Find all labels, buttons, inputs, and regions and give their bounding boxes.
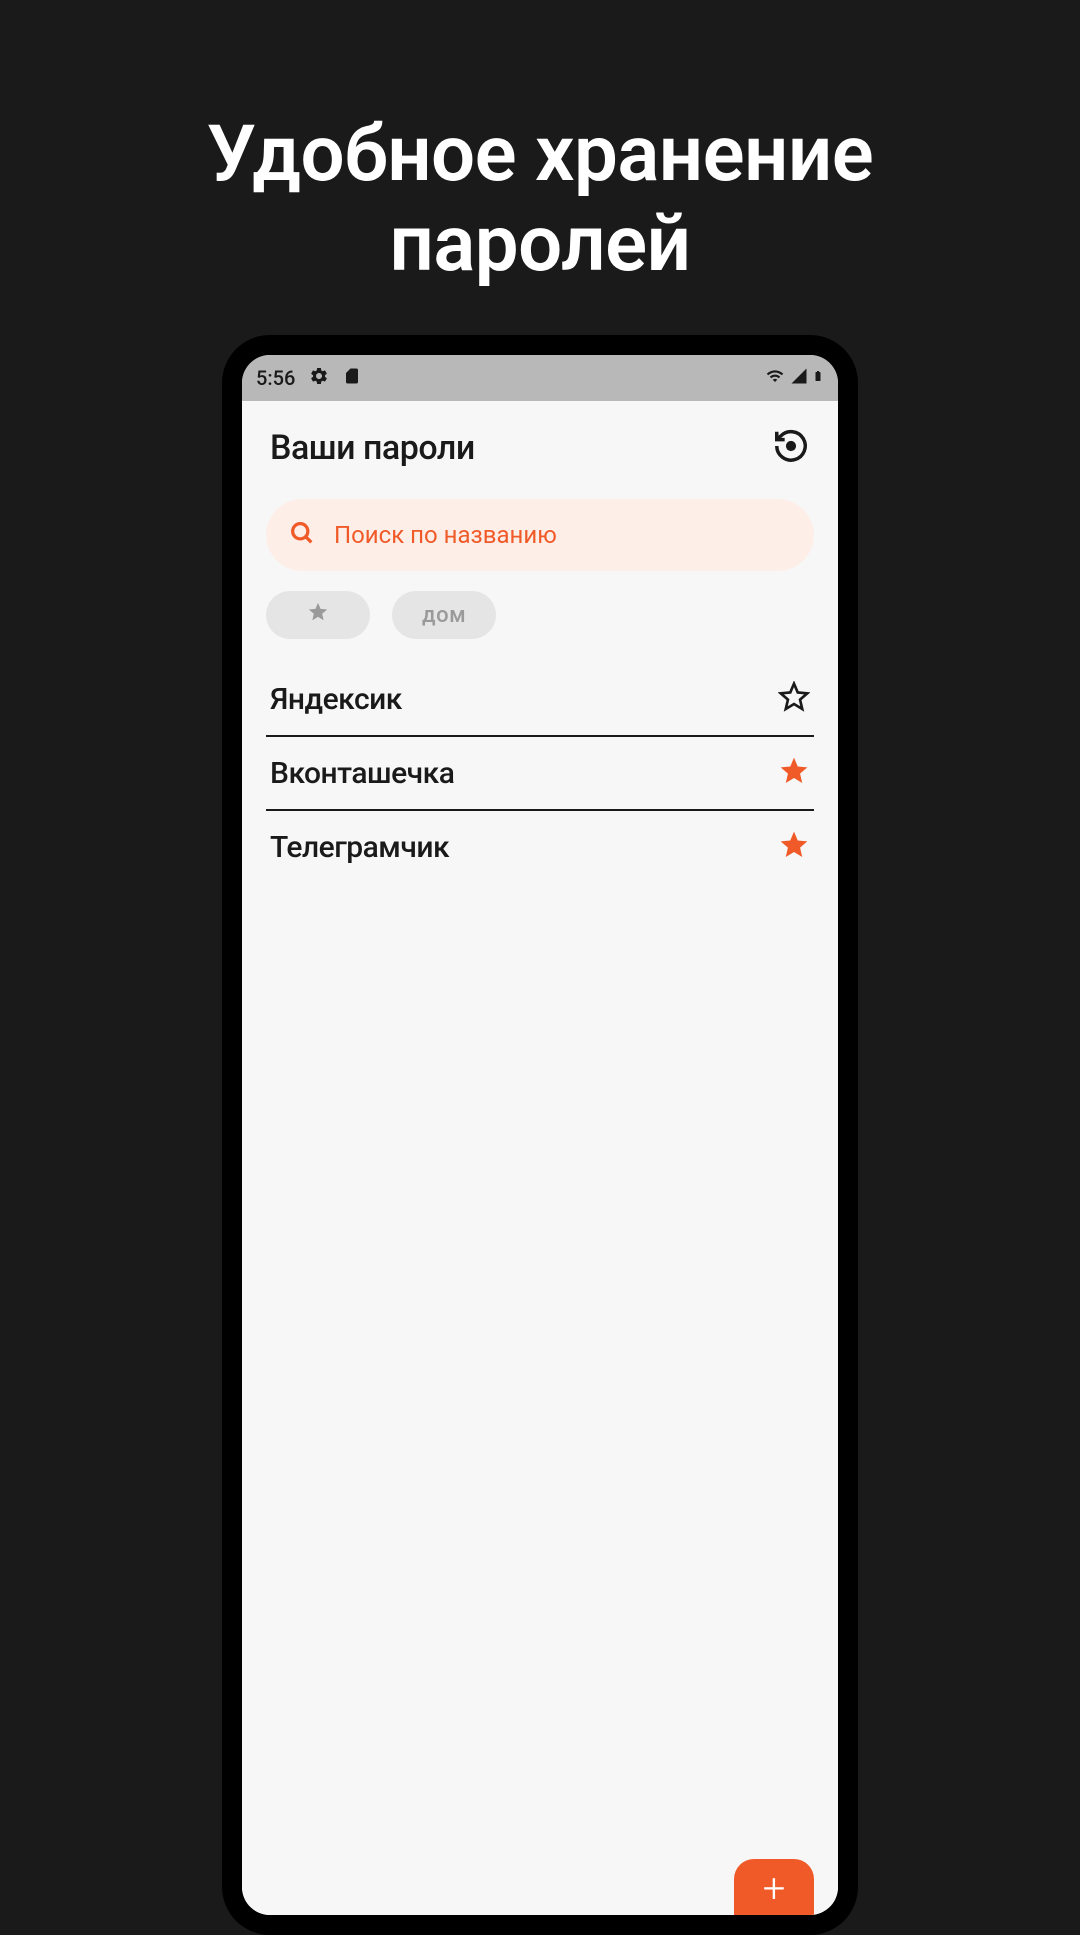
add-button[interactable]: + — [734, 1859, 814, 1915]
password-name: Телеграмчик — [270, 830, 449, 865]
restore-icon[interactable] — [772, 427, 810, 469]
chip-favorites[interactable] — [266, 591, 370, 639]
filter-chips: дом — [266, 571, 814, 663]
sd-card-icon — [343, 366, 361, 390]
password-name: Яндексик — [270, 682, 402, 717]
chip-tag[interactable]: дом — [392, 591, 496, 639]
password-row[interactable]: Телеграмчик — [266, 811, 814, 883]
app-header: Ваши пароли — [266, 401, 814, 499]
wifi-icon — [764, 367, 786, 389]
star-outline-icon[interactable] — [778, 681, 810, 717]
search-placeholder: Поиск по названию — [334, 521, 557, 549]
battery-icon — [812, 366, 824, 390]
star-filled-icon[interactable] — [778, 829, 810, 865]
plus-icon: + — [763, 1869, 786, 1909]
signal-icon — [790, 367, 808, 389]
status-time: 5:56 — [256, 366, 295, 390]
status-bar: 5:56 — [242, 355, 838, 401]
phone-frame: 5:56 Ваш — [222, 335, 858, 1935]
chip-label: дом — [422, 603, 466, 628]
gear-icon — [309, 366, 329, 390]
password-list: Яндексик Вконташечка Телеграмчик — [266, 663, 814, 883]
password-row[interactable]: Вконташечка — [266, 737, 814, 811]
phone-screen: 5:56 Ваш — [242, 355, 838, 1915]
password-row[interactable]: Яндексик — [266, 663, 814, 737]
star-icon — [307, 601, 329, 629]
page-title: Ваши пароли — [270, 428, 475, 468]
password-name: Вконташечка — [270, 756, 454, 791]
app-content: Ваши пароли Поиск п — [242, 401, 838, 1915]
star-filled-icon[interactable] — [778, 755, 810, 791]
promo-title: Удобное хранение паролей — [0, 0, 1080, 289]
search-icon — [288, 519, 316, 551]
search-input[interactable]: Поиск по названию — [266, 499, 814, 571]
